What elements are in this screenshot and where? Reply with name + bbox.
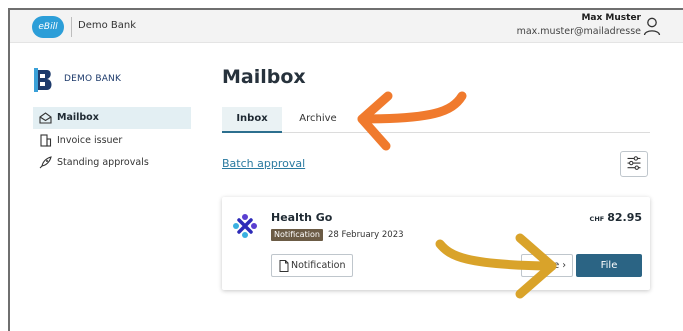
bank-brand-name: DEMO BANK — [64, 74, 122, 84]
sidebar-item-invoice-issuer[interactable]: Invoice issuer — [33, 130, 191, 152]
currency-label: CHF — [589, 215, 605, 223]
building-icon — [40, 134, 52, 147]
filter-icon — [627, 156, 641, 170]
user-icon[interactable] — [642, 16, 662, 36]
document-icon — [279, 260, 289, 272]
status-badge: Notification — [271, 229, 323, 241]
rocket-icon — [39, 156, 52, 169]
amount-value: 82.95 — [607, 211, 642, 224]
page-title: Mailbox — [222, 66, 306, 88]
notification-button[interactable]: Notification — [271, 254, 353, 277]
sidebar-item-label: Invoice issuer — [57, 135, 123, 146]
user-name: Max Muster — [581, 13, 641, 23]
sidebar-item-label: Standing approvals — [57, 157, 149, 168]
filter-button[interactable] — [620, 151, 648, 177]
invoice-amount: CHF 82.95 — [590, 211, 642, 224]
sidebar-item-label: Mailbox — [57, 112, 99, 123]
health-go-logo — [233, 214, 257, 238]
file-button[interactable]: File — [576, 254, 642, 277]
ebill-logo: eBill — [32, 16, 64, 38]
invoice-date: 28 February 2023 — [328, 230, 404, 240]
mailbox-icon — [39, 112, 52, 124]
gold-arrow-annotation — [435, 233, 557, 299]
sidebar-item-mailbox[interactable]: Mailbox — [33, 107, 191, 129]
bank-name: Demo Bank — [78, 20, 137, 31]
orange-arrow-annotation — [357, 91, 467, 151]
topbar-divider — [71, 17, 72, 37]
notification-button-label: Notification — [291, 260, 346, 271]
bank-logo-icon — [34, 68, 52, 92]
tab-inbox[interactable]: Inbox — [222, 107, 282, 133]
tab-archive[interactable]: Archive — [288, 107, 348, 133]
top-bar: eBill Demo Bank Max Muster max.muster@ma… — [10, 10, 683, 43]
user-email: max.muster@mailadresse — [516, 26, 641, 37]
issuer-name: Health Go — [271, 211, 333, 224]
batch-approval-link[interactable]: Batch approval — [222, 157, 305, 170]
sidebar-item-standing-approvals[interactable]: Standing approvals — [33, 152, 191, 174]
